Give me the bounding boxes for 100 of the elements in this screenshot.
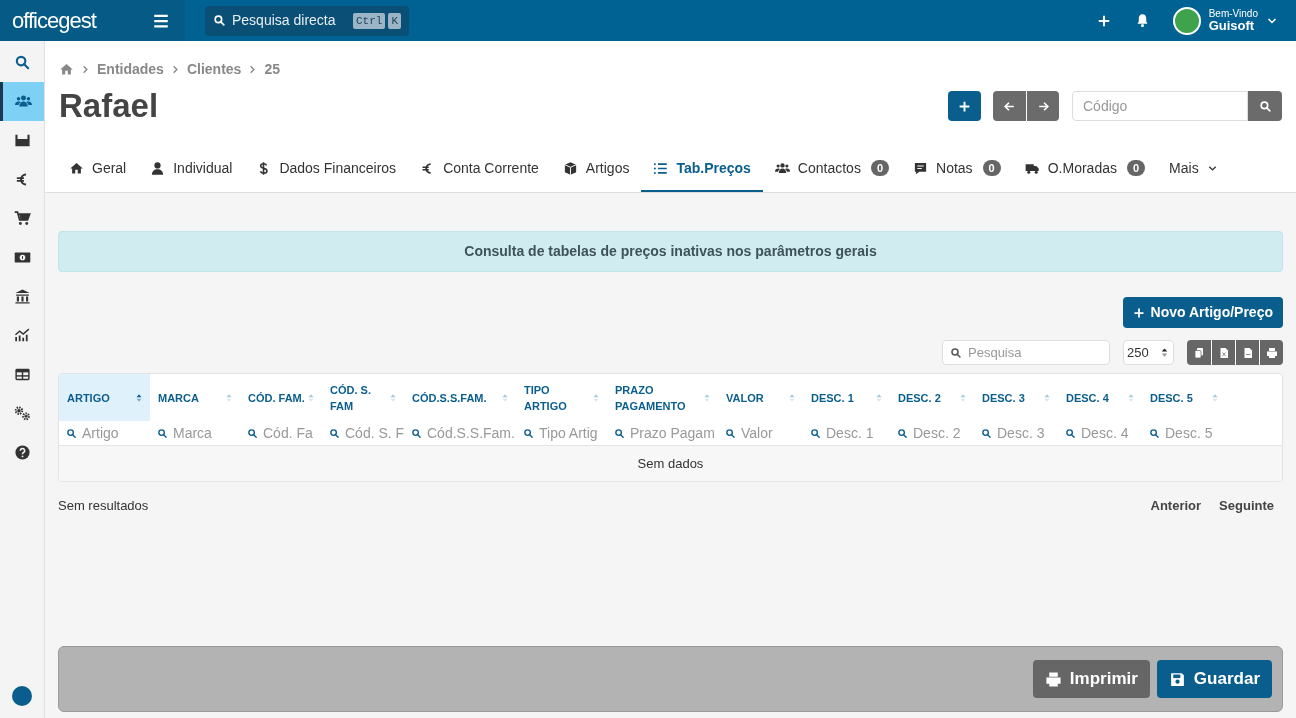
column-header[interactable]: VALOR xyxy=(718,374,803,421)
search-icon xyxy=(213,14,226,27)
column-header[interactable]: TIPO ARTIGO xyxy=(516,374,607,421)
next-button[interactable] xyxy=(1026,91,1059,121)
tab[interactable]: Artigos xyxy=(550,146,642,192)
comment-icon xyxy=(913,160,929,176)
search-icon xyxy=(66,427,77,439)
tab[interactable]: Geral xyxy=(57,146,139,192)
sidebar-item[interactable] xyxy=(0,82,44,121)
search-icon xyxy=(13,54,31,71)
chevron-right-icon xyxy=(80,64,91,75)
sort-icon xyxy=(224,392,234,403)
search-icon xyxy=(1149,427,1160,439)
column-header[interactable]: DESC. 3 xyxy=(974,374,1058,421)
breadcrumb-link[interactable]: Clientes xyxy=(186,59,242,80)
cart-icon xyxy=(13,210,31,227)
list-icon xyxy=(653,160,669,176)
print-button[interactable]: Imprimir xyxy=(1032,660,1150,698)
column-header[interactable]: CÓD.S.S.FAM. xyxy=(404,374,516,421)
code-placeholder: Código xyxy=(1083,96,1128,116)
chart-icon xyxy=(13,327,31,344)
home-icon xyxy=(59,62,74,77)
search-placeholder: Pesquisa xyxy=(968,343,1022,362)
column-header[interactable]: PRAZO PAGAMENTO xyxy=(607,374,718,421)
plus-icon xyxy=(1132,306,1145,319)
tab[interactable]: Individual xyxy=(138,146,245,192)
bank-icon xyxy=(13,288,31,305)
search-button[interactable] xyxy=(1248,91,1282,121)
home-icon xyxy=(69,160,84,176)
page-size-select[interactable]: 250 xyxy=(1123,340,1174,365)
quick-search-field[interactable]: Pesquisa directa Ctrl K xyxy=(205,5,409,36)
plus-icon xyxy=(958,99,971,113)
column-header[interactable]: DESC. 2 xyxy=(890,374,974,421)
sort-icon xyxy=(702,392,712,403)
breadcrumb-link[interactable]: 25 xyxy=(264,59,280,80)
column-header[interactable]: MARCA xyxy=(150,374,240,421)
search-icon xyxy=(614,427,625,439)
sort-icon xyxy=(1042,392,1052,403)
sort-icon xyxy=(134,392,144,403)
tab[interactable]: Notas 0 xyxy=(901,146,1013,192)
column-header[interactable]: DESC. 5 xyxy=(1142,374,1226,421)
count-badge: 0 xyxy=(870,160,890,176)
arrow-left-icon xyxy=(1003,99,1016,113)
previous-button[interactable] xyxy=(993,91,1026,121)
sort-icon xyxy=(388,392,398,403)
column-header[interactable]: DESC. 4 xyxy=(1058,374,1142,421)
print-button[interactable] xyxy=(1259,340,1283,365)
add-button[interactable] xyxy=(948,91,981,121)
save-button[interactable]: Guardar xyxy=(1156,660,1272,698)
print-icon xyxy=(1044,670,1062,688)
copy-icon xyxy=(1193,346,1205,359)
search-icon xyxy=(247,427,258,439)
csv-button[interactable] xyxy=(1235,340,1259,365)
arrow-right-icon xyxy=(1036,99,1050,113)
people-icon xyxy=(774,160,790,176)
count-badge: 0 xyxy=(982,160,1001,176)
search-icon xyxy=(1065,427,1076,439)
sort-icon xyxy=(591,392,601,403)
spinner-arrows-icon xyxy=(1159,347,1170,358)
copy-button[interactable] xyxy=(1187,340,1211,365)
pagination-link[interactable]: Seguinte xyxy=(1210,496,1283,516)
help-icon xyxy=(13,444,31,461)
user-menu[interactable]: Bem-Vindo Guisoft xyxy=(1172,6,1278,35)
tab[interactable]: Tab.Preços xyxy=(641,146,763,192)
key-hint: Ctrl xyxy=(353,12,386,29)
column-header[interactable]: CÓD. S. FAM xyxy=(322,374,404,421)
new-item-button[interactable]: Novo Artigo/Preço xyxy=(1122,297,1283,328)
sort-icon xyxy=(874,392,884,403)
search-icon xyxy=(950,346,962,359)
column-header[interactable]: ARTIGO xyxy=(59,374,150,421)
greeting: Bem-Vindo xyxy=(1208,9,1258,19)
box-icon xyxy=(562,160,578,176)
excel-button[interactable] xyxy=(1211,340,1235,365)
search-icon xyxy=(523,427,534,439)
sort-icon xyxy=(306,392,316,403)
search-icon xyxy=(981,427,992,439)
tab[interactable]: O.Moradas 0 xyxy=(1012,146,1158,192)
sort-icon xyxy=(958,392,968,403)
tab[interactable]: Mais xyxy=(1157,146,1230,192)
column-header[interactable]: CÓD. FAM. xyxy=(240,374,322,421)
page-title: Rafael xyxy=(59,86,159,126)
sort-icon xyxy=(1210,392,1220,403)
breadcrumb-link[interactable]: Entidades xyxy=(97,59,164,80)
pagination-link[interactable]: Anterior xyxy=(1141,496,1211,516)
table-icon xyxy=(13,366,31,383)
tab[interactable]: Dados Financeiros xyxy=(244,146,409,192)
plus-icon xyxy=(1096,13,1111,28)
sort-icon xyxy=(1126,392,1136,403)
count-badge: 0 xyxy=(1127,160,1146,176)
column-header[interactable]: DESC. 1 xyxy=(803,374,890,421)
sort-icon xyxy=(500,392,510,403)
tab[interactable]: Conta Corrente xyxy=(408,146,551,192)
sort-icon xyxy=(787,392,797,403)
user-name: Guisoft xyxy=(1208,19,1256,32)
tab[interactable]: Contactos 0 xyxy=(762,146,902,192)
info-banner: Consulta de tabelas de preços inativas nos parâmetros gerais xyxy=(58,231,1283,272)
warehouse-icon xyxy=(13,132,31,149)
search-icon xyxy=(411,427,422,439)
search-icon xyxy=(897,427,908,439)
search-icon xyxy=(157,427,168,439)
